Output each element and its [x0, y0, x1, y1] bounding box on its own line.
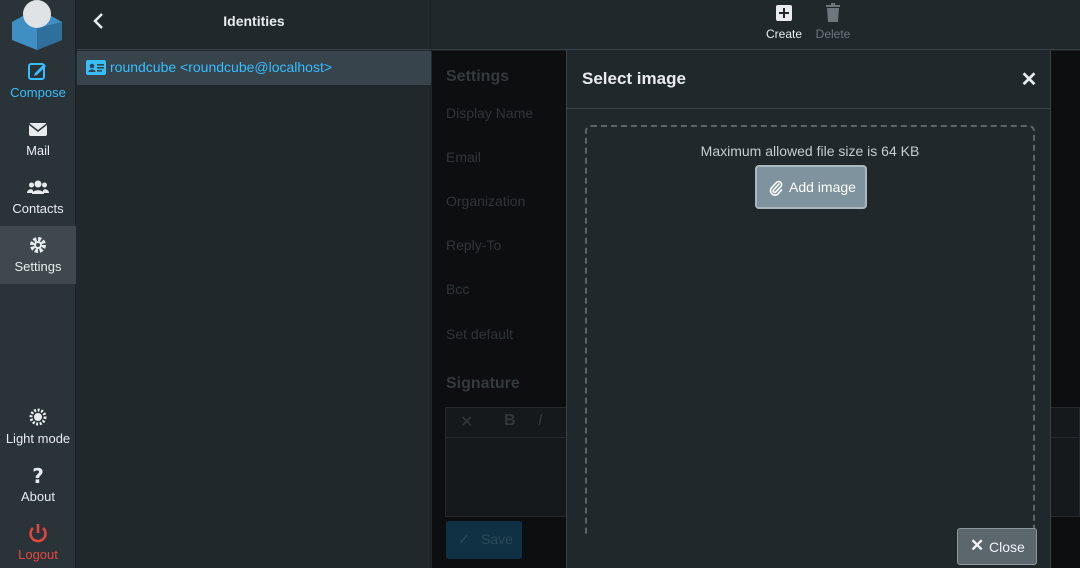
question-icon: ?	[32, 464, 44, 486]
nav-contacts[interactable]: Contacts	[0, 168, 76, 226]
trash-icon	[826, 3, 840, 22]
dialog-title: Select image	[582, 69, 686, 88]
sun-icon	[29, 408, 47, 426]
organization-label: Organization	[446, 193, 526, 209]
bcc-label: Bcc	[446, 281, 470, 297]
nav-mail-label: Mail	[26, 143, 50, 158]
email-label: Email	[446, 149, 482, 165]
display-name-label: Display Name	[446, 105, 534, 121]
close-x-icon: ✕	[970, 536, 985, 555]
add-image-label: Add image	[789, 179, 856, 195]
toolbar: Create Delete	[432, 0, 1080, 50]
identities-panel: Identities roundcube <roundcube@localhos…	[77, 0, 431, 568]
identity-label: roundcube <roundcube@localhost>	[110, 59, 333, 75]
save-label: Save	[481, 531, 513, 547]
reply-to-label: Reply-To	[446, 237, 502, 253]
close-icon[interactable]: ✕	[1019, 70, 1039, 90]
nav-compose[interactable]: Compose	[0, 52, 76, 110]
nav-mail[interactable]: Mail	[0, 110, 76, 168]
delete-button[interactable]: Delete	[812, 2, 854, 41]
nav-settings[interactable]: Settings	[0, 226, 76, 284]
app-root: Compose Mail Contacts Settings Light mod…	[0, 0, 1080, 568]
italic-icon: I	[538, 412, 543, 429]
file-size-limit: Maximum allowed file size is 64 KB	[700, 143, 920, 159]
id-card-icon	[86, 60, 106, 75]
contacts-icon	[27, 180, 49, 194]
identity-row[interactable]: roundcube <roundcube@localhost>	[77, 51, 431, 85]
create-label: Create	[765, 27, 803, 41]
set-default-label: Set default	[446, 326, 513, 342]
select-image-dialog: Select image ✕ Maximum allowed file size…	[566, 50, 1051, 568]
signature-heading: Signature	[446, 375, 520, 392]
settings-heading: Settings	[446, 68, 510, 85]
svg-text:?: ?	[32, 464, 44, 486]
mail-icon	[28, 123, 48, 136]
upload-dropzone[interactable]: Maximum allowed file size is 64 KB Add i…	[585, 125, 1035, 535]
nav-light-mode[interactable]: Light mode	[0, 398, 76, 456]
close-label: Close	[989, 539, 1025, 555]
power-icon	[29, 524, 47, 543]
nav-logout[interactable]: Logout	[0, 514, 76, 568]
nav-light-mode-label: Light mode	[5, 431, 71, 446]
nav-about[interactable]: ? About	[0, 456, 76, 514]
bold-icon: B	[504, 412, 516, 429]
nav-settings-label: Settings	[14, 259, 62, 274]
nav-about-label: About	[21, 489, 55, 504]
nav-compose-label: Compose	[10, 85, 66, 100]
gear-icon	[30, 237, 46, 253]
create-button[interactable]: Create	[764, 2, 804, 41]
save-button[interactable]: ✓ Save	[446, 521, 522, 559]
identities-title: Identities	[223, 13, 285, 29]
nav-contacts-label: Contacts	[12, 201, 64, 216]
identities-header: Identities	[77, 0, 431, 50]
main-nav: Compose Mail Contacts Settings Light mod…	[0, 0, 76, 568]
close-button[interactable]: ✕ Close	[957, 528, 1037, 565]
plus-square-icon	[776, 5, 792, 21]
clear-format-icon: ✕	[460, 414, 474, 431]
nav-logout-label: Logout	[18, 547, 58, 562]
paperclip-icon	[769, 180, 783, 196]
compose-icon	[28, 63, 46, 80]
delete-label: Delete	[815, 27, 851, 41]
check-icon: ✓	[458, 531, 470, 547]
add-image-button[interactable]: Add image	[755, 165, 867, 209]
dialog-divider	[567, 108, 1050, 109]
logo	[10, 0, 64, 50]
